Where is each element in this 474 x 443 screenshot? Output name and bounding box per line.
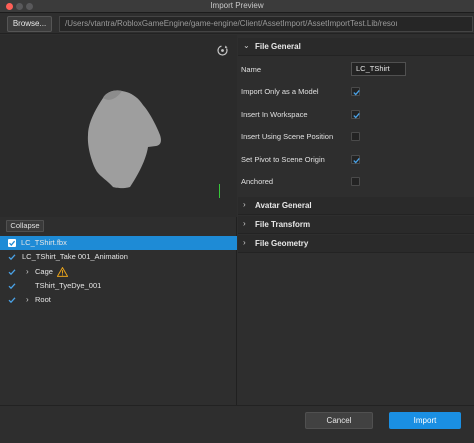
tree-item-label: TShirt_TyeDye_001 [35, 280, 102, 290]
checkbox-checked-icon[interactable] [8, 239, 16, 247]
tree-item-cage[interactable]: › Cage [0, 265, 237, 279]
check-icon [353, 112, 360, 119]
prop-insert-using-scene-position: Insert Using Scene Position [238, 126, 474, 148]
section-avatar-general[interactable]: › Avatar General [238, 197, 474, 215]
check-icon[interactable] [8, 253, 16, 261]
section-title: Avatar General [255, 201, 312, 210]
anchored-checkbox[interactable] [351, 177, 360, 186]
rotate-view-icon[interactable] [216, 44, 229, 57]
check-icon[interactable] [8, 296, 16, 304]
tree-item-lc-tshirt-fbx[interactable]: LC_TShirt.fbx [0, 236, 237, 251]
check-icon [353, 157, 360, 164]
tree-item-label: Root [35, 295, 51, 305]
window-title: Import Preview [210, 1, 264, 10]
file-path-field[interactable]: /Users/vtantra/RobloxGameEngine/game-eng… [59, 16, 473, 32]
prop-anchored: Anchored [238, 171, 474, 193]
collapse-button[interactable]: Collapse [6, 220, 44, 232]
chevron-right-icon[interactable]: › [26, 293, 29, 307]
chevron-right-icon[interactable]: › [26, 265, 29, 279]
chevron-down-icon: ⌄ [243, 41, 250, 50]
dialog-footer: Cancel Import [0, 405, 474, 443]
tree-item-tshirt-tyedye[interactable]: TShirt_TyeDye_001 [0, 279, 237, 293]
title-bar: Import Preview [0, 0, 474, 13]
cancel-button[interactable]: Cancel [305, 412, 373, 429]
toolbar: Browse... /Users/vtantra/RobloxGameEngin… [0, 13, 474, 34]
preview-pane: Collapse LC_TShirt.fbx LC_TShirt_Take 00… [0, 35, 237, 405]
tree-item-label: LC_TShirt_Take 001_Animation [22, 252, 128, 262]
import-preview-window: Import Preview Browse... /Users/vtantra/… [0, 0, 474, 443]
import-only-as-model-checkbox[interactable] [351, 87, 360, 96]
section-title: File General [255, 42, 301, 51]
y-axis-gizmo [219, 184, 220, 198]
check-icon [353, 89, 360, 96]
check-icon[interactable] [8, 268, 16, 276]
insert-using-scene-position-checkbox[interactable] [351, 132, 360, 141]
model-viewport[interactable] [0, 35, 237, 217]
set-pivot-to-scene-origin-checkbox[interactable] [351, 155, 360, 164]
prop-name: Name LC_TShirt [238, 59, 474, 81]
tshirt-preview-model [87, 90, 161, 189]
prop-label: Insert In Workspace [241, 110, 308, 119]
section-title: File Geometry [255, 239, 309, 248]
properties-pane: ⌄ File General Name LC_TShirt Import Onl… [238, 35, 474, 405]
chevron-right-icon: › [243, 238, 246, 247]
prop-insert-in-workspace: Insert In Workspace [238, 104, 474, 126]
chevron-right-icon: › [243, 200, 246, 209]
prop-label: Insert Using Scene Position [241, 132, 334, 141]
tree-item-root[interactable]: › Root [0, 293, 237, 307]
tree-item-label: Cage [35, 266, 53, 276]
browse-button[interactable]: Browse... [7, 16, 52, 32]
prop-set-pivot-to-scene-origin: Set Pivot to Scene Origin [238, 149, 474, 171]
section-file-geometry[interactable]: › File Geometry [238, 235, 474, 253]
section-title: File Transform [255, 220, 311, 229]
name-field[interactable]: LC_TShirt [351, 62, 406, 76]
section-file-general[interactable]: ⌄ File General [238, 38, 474, 56]
prop-import-only-as-model: Import Only as a Model [238, 81, 474, 103]
tree-item-animation[interactable]: LC_TShirt_Take 001_Animation [0, 250, 237, 264]
prop-label: Anchored [241, 177, 274, 186]
check-icon[interactable] [8, 282, 16, 290]
import-button[interactable]: Import [389, 412, 461, 429]
warning-icon [57, 266, 68, 277]
section-file-transform[interactable]: › File Transform [238, 216, 474, 234]
insert-in-workspace-checkbox[interactable] [351, 110, 360, 119]
prop-label: Set Pivot to Scene Origin [241, 155, 325, 164]
prop-label: Name [241, 65, 262, 74]
prop-label: Import Only as a Model [241, 87, 319, 96]
chevron-right-icon: › [243, 219, 246, 228]
asset-hierarchy-tree: LC_TShirt.fbx LC_TShirt_Take 001_Animati… [0, 236, 237, 307]
tree-item-label: LC_TShirt.fbx [21, 238, 67, 247]
